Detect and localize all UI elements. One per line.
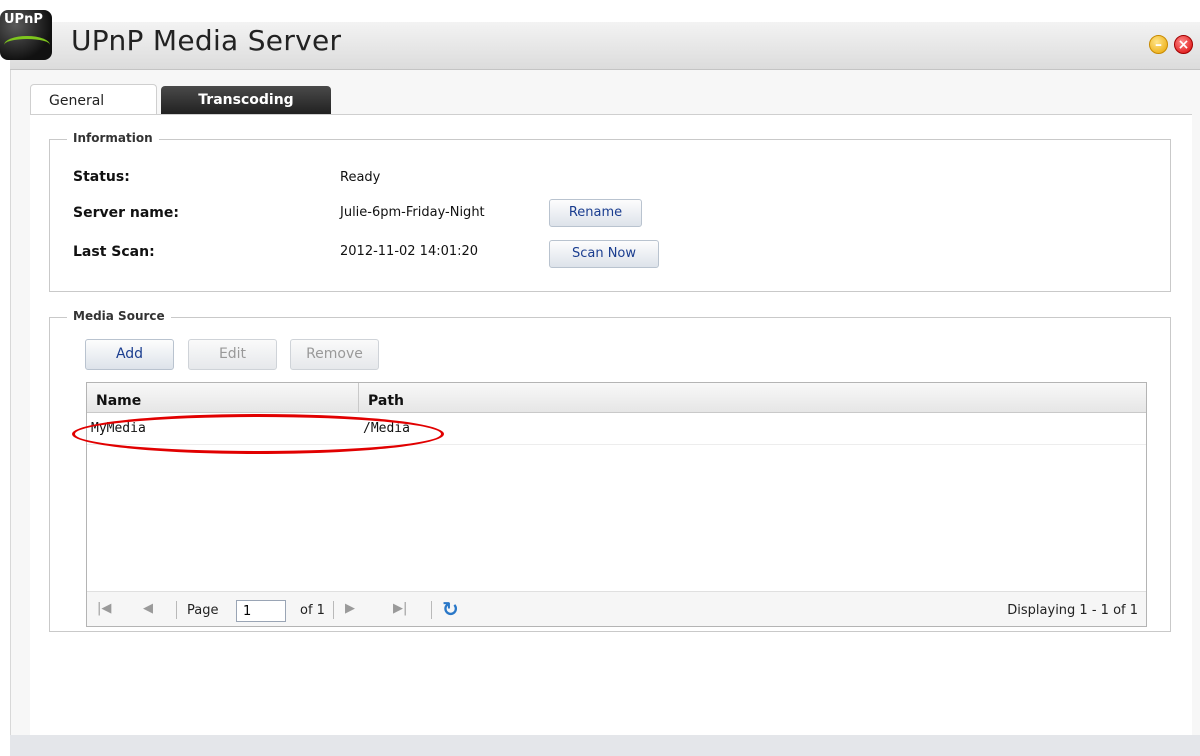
server-name-value: Julie-6pm-Friday-Night <box>340 205 485 220</box>
add-button[interactable]: Add <box>85 339 174 370</box>
minimize-button[interactable]: – <box>1149 35 1168 54</box>
status-value: Ready <box>340 170 381 185</box>
pagination-toolbar: |◀ ◀ Page of 1 ▶ ▶| ↻ Displaying 1 - 1 o… <box>87 591 1146 626</box>
pager-separator <box>431 601 432 619</box>
server-name-label: Server name: <box>73 205 179 221</box>
display-info: Displaying 1 - 1 of 1 <box>1007 603 1138 618</box>
last-scan-value: 2012-11-02 14:01:20 <box>340 244 479 259</box>
window-title: UPnP Media Server <box>71 24 342 57</box>
tab-general[interactable]: General <box>30 84 157 117</box>
last-page-icon[interactable]: ▶| <box>393 601 407 616</box>
highlight-annotation <box>72 414 444 454</box>
scan-now-button[interactable]: Scan Now <box>549 240 659 268</box>
column-header-name[interactable]: Name <box>87 383 358 413</box>
app-logo-icon: UPnP <box>0 10 52 60</box>
information-legend: Information <box>67 131 159 145</box>
page-number-input[interactable] <box>236 600 286 622</box>
pager-separator <box>333 601 334 619</box>
tab-transcoding[interactable]: Transcoding <box>161 86 331 116</box>
rename-button[interactable]: Rename <box>549 199 642 227</box>
next-page-icon[interactable]: ▶ <box>345 601 355 616</box>
column-header-path[interactable]: Path <box>359 383 1139 413</box>
page-label: Page <box>187 603 219 618</box>
prev-page-icon[interactable]: ◀ <box>143 601 153 616</box>
close-button[interactable]: × <box>1174 35 1193 54</box>
last-scan-label: Last Scan: <box>73 244 155 260</box>
grid-header: Name Path <box>87 383 1146 413</box>
status-label: Status: <box>73 169 130 185</box>
refresh-icon[interactable]: ↻ <box>442 598 464 620</box>
logo-swoosh <box>4 36 50 54</box>
bottom-strip <box>10 735 1200 756</box>
remove-button[interactable]: Remove <box>290 339 379 370</box>
cell-path: /Media <box>363 421 410 436</box>
app-logo-text: UPnP <box>4 12 43 27</box>
title-bar: UPnP UPnP Media Server – × <box>0 0 1200 70</box>
media-source-legend: Media Source <box>67 309 171 323</box>
edit-button[interactable]: Edit <box>188 339 277 370</box>
first-page-icon[interactable]: |◀ <box>97 601 111 616</box>
page-of-label: of 1 <box>300 603 325 618</box>
pager-separator <box>176 601 177 619</box>
